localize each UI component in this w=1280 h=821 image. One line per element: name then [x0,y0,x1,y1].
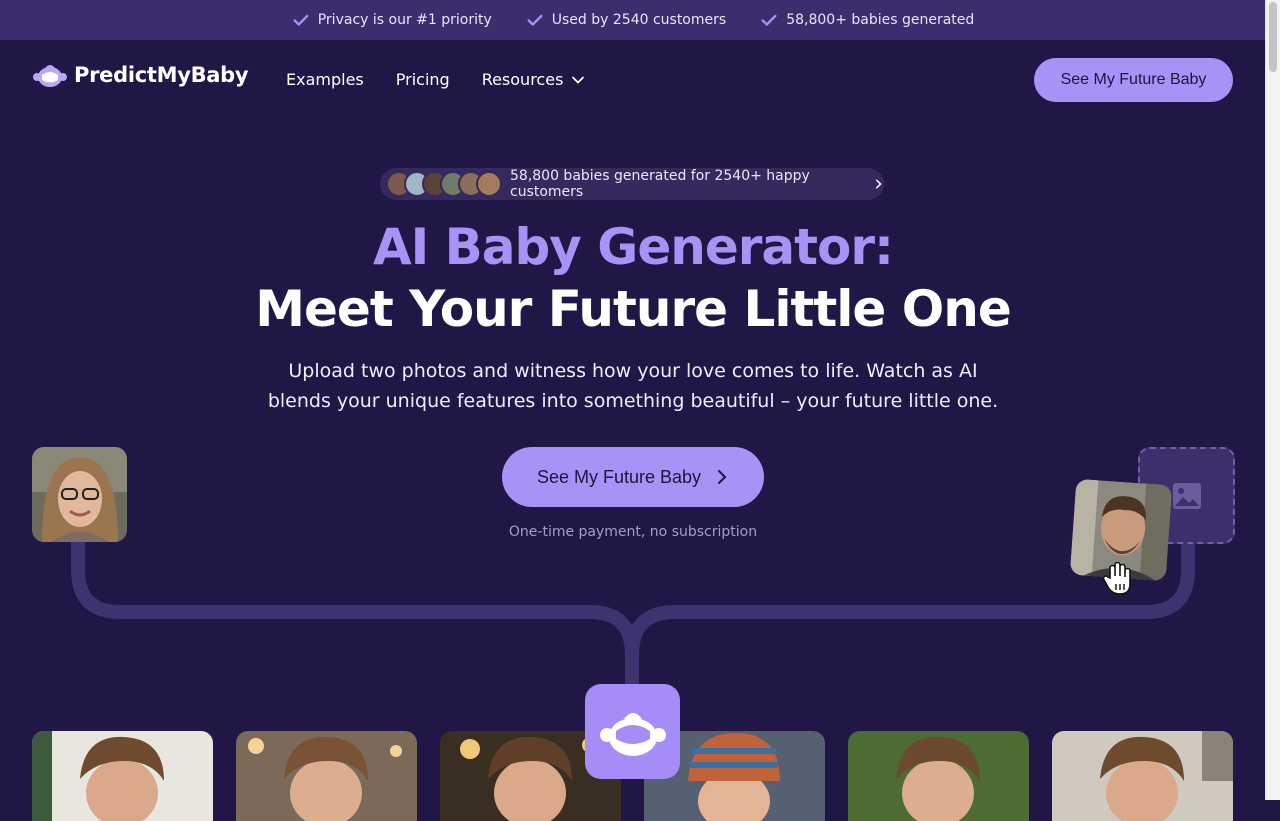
baby-image[interactable] [848,731,1029,821]
baby-image[interactable] [32,731,213,821]
hand-cursor-icon [1102,561,1131,595]
scrollbar-thumb[interactable] [1269,2,1277,72]
baby-image[interactable] [1052,731,1233,821]
baby-image[interactable] [236,731,417,821]
hero-cta-label: See My Future Baby [536,466,702,487]
baby-icon [599,712,666,756]
parent-photo-left [32,447,127,542]
image-icon [1172,482,1201,509]
chevron-right-icon [718,470,727,484]
baby-icon-badge [585,684,680,779]
page-scrollbar[interactable] [1265,0,1280,800]
hero-cta-button[interactable]: See My Future Baby [502,447,764,507]
flow-connector [71,540,1195,700]
